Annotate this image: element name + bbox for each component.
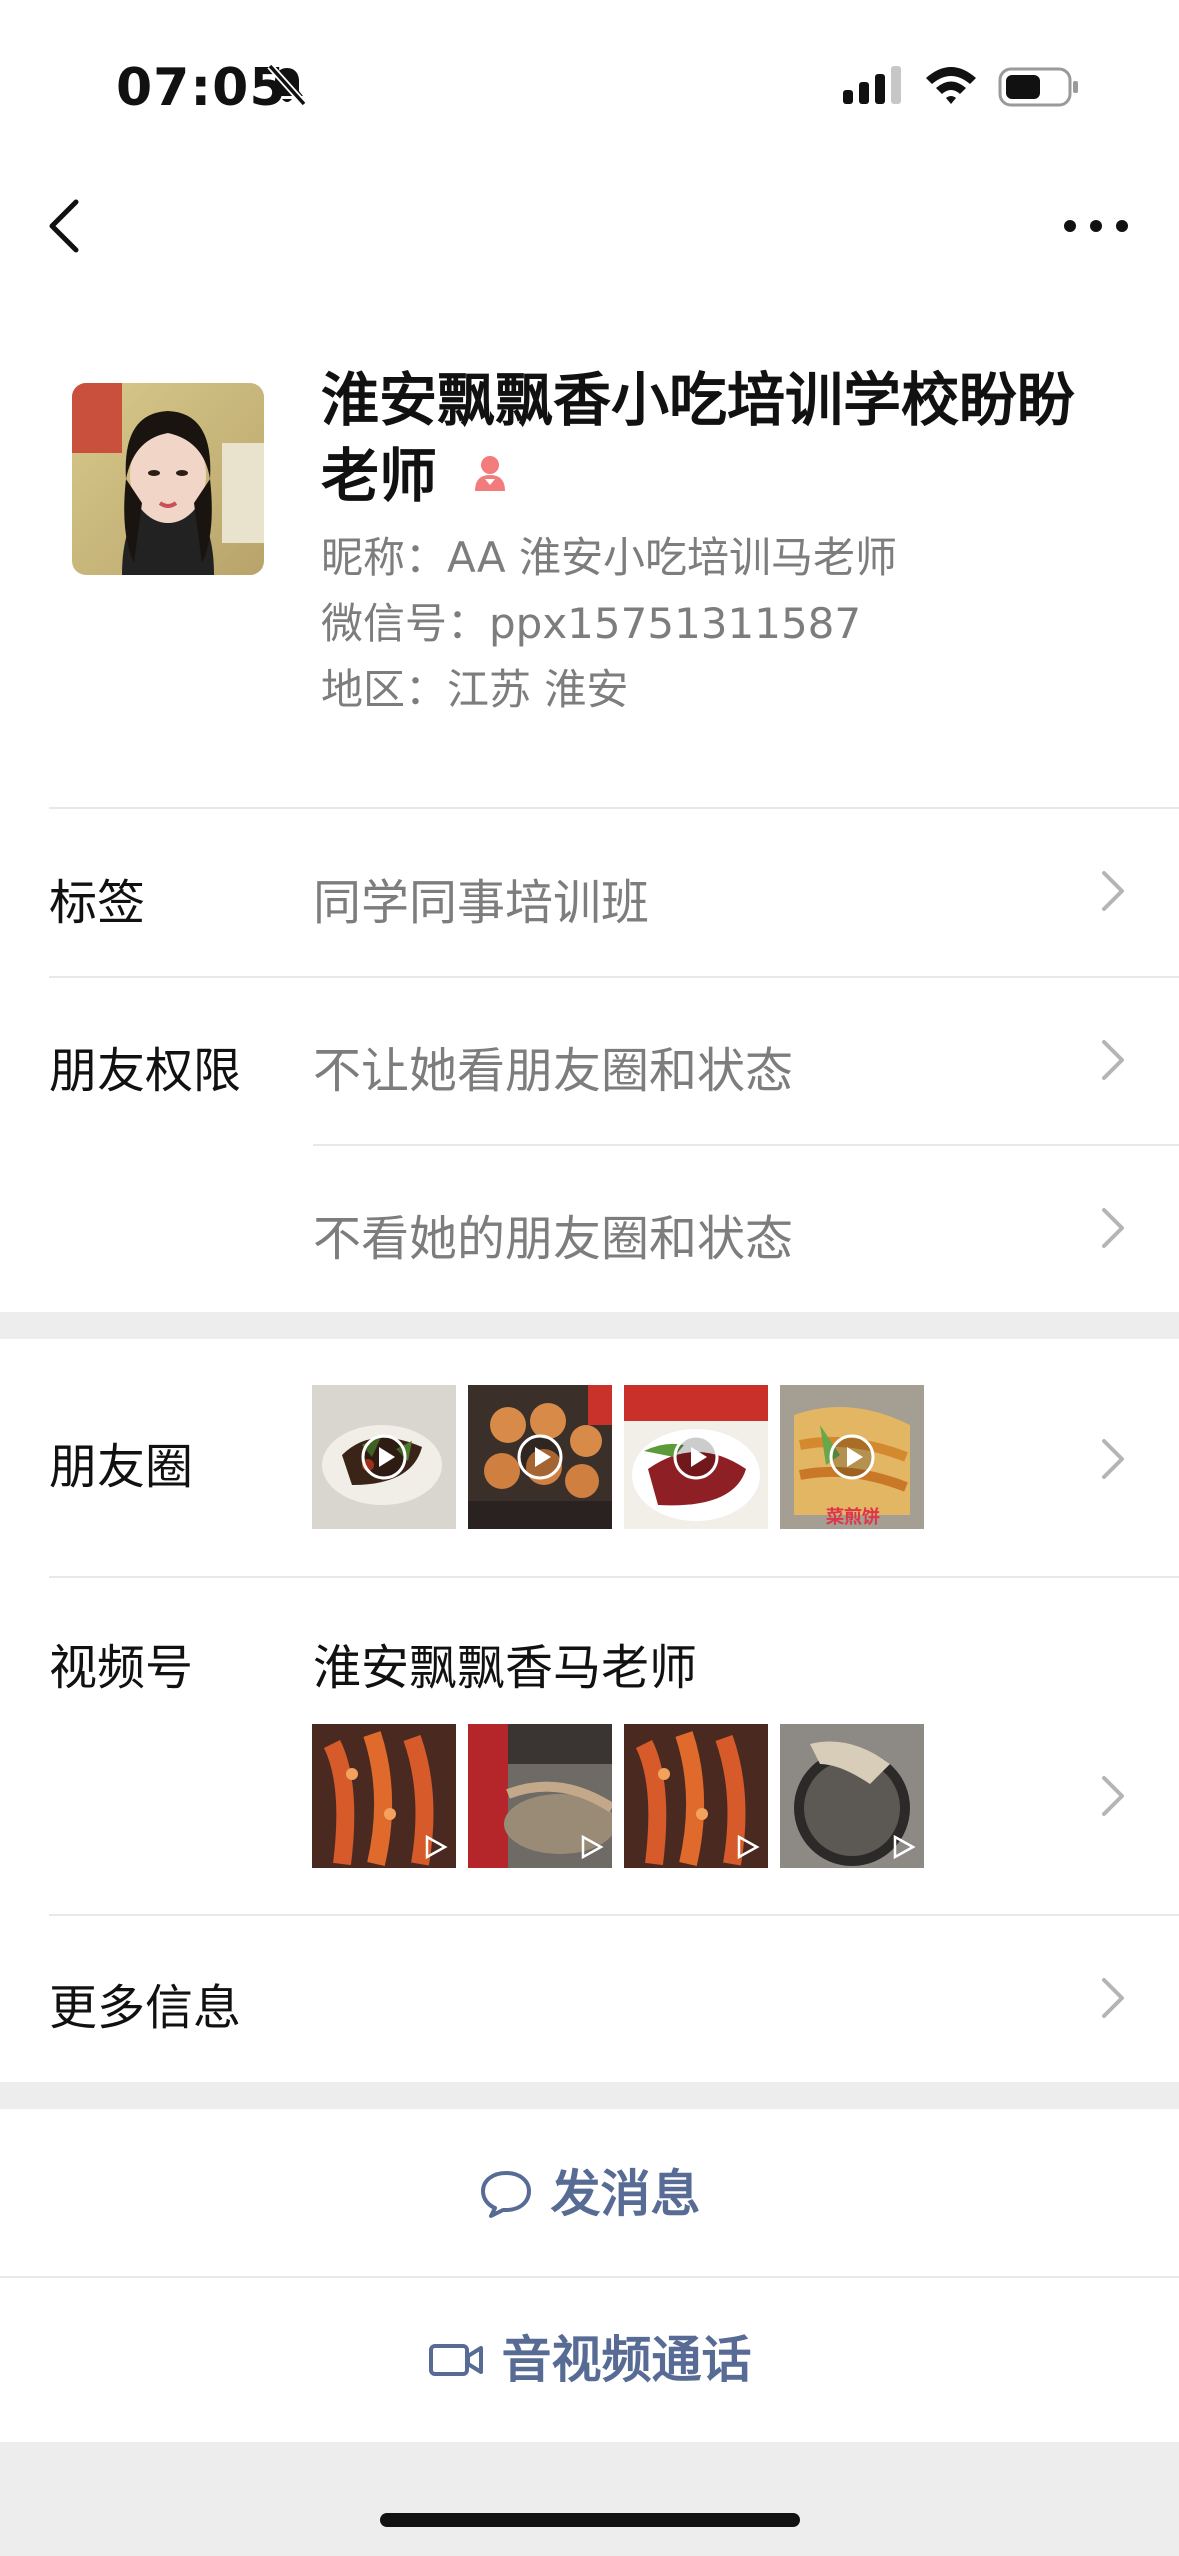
status-bar: 07:05 bbox=[0, 0, 1179, 175]
tags-label: 标签 bbox=[49, 875, 146, 931]
chevron-right-icon bbox=[1102, 871, 1124, 911]
channels-label: 视频号 bbox=[49, 1640, 194, 1696]
section-separator bbox=[0, 2082, 1179, 2109]
channel-thumb-1 bbox=[312, 1724, 456, 1868]
channel-name: 淮安飘飘香马老师 bbox=[313, 1640, 698, 1696]
moments-thumb-2 bbox=[468, 1385, 612, 1529]
signal-icon bbox=[843, 66, 901, 104]
play-icon bbox=[361, 1434, 407, 1480]
more-info-row[interactable]: 更多信息 bbox=[0, 1916, 1179, 2082]
channel-thumb-2 bbox=[468, 1724, 612, 1868]
bell-muted-icon bbox=[267, 63, 307, 107]
more-options-icon[interactable] bbox=[1062, 210, 1130, 242]
permission-option-2: 不看她的朋友圈和状态 bbox=[313, 1211, 794, 1267]
send-message-button[interactable]: 发消息 bbox=[0, 2112, 1179, 2276]
status-time: 07:05 bbox=[116, 58, 287, 118]
chevron-right-icon bbox=[1102, 1040, 1124, 1080]
moments-thumb-4: 菜煎饼 bbox=[780, 1385, 924, 1529]
video-camera-icon bbox=[428, 2343, 483, 2376]
send-message-label: 发消息 bbox=[550, 2165, 701, 2223]
play-icon bbox=[425, 1834, 448, 1860]
permissions-label: 朋友权限 bbox=[49, 1043, 242, 1099]
play-icon bbox=[673, 1434, 719, 1480]
wifi-icon bbox=[926, 67, 976, 104]
back-arrow-icon[interactable] bbox=[44, 196, 84, 256]
permission-hide-my-moments[interactable]: 不让她看朋友圈和状态 bbox=[313, 978, 1179, 1144]
video-call-label: 音视频通话 bbox=[501, 2331, 752, 2389]
more-info-label: 更多信息 bbox=[49, 1980, 242, 2036]
avatar[interactable] bbox=[72, 383, 264, 575]
profile-wechat-id: 微信号：ppx15751311587 bbox=[321, 599, 862, 648]
moments-row[interactable]: 朋友圈 菜煎饼 bbox=[0, 1339, 1179, 1576]
play-icon bbox=[517, 1434, 563, 1480]
moments-label: 朋友圈 bbox=[49, 1439, 194, 1495]
video-call-button[interactable]: 音视频通话 bbox=[0, 2278, 1179, 2442]
play-icon bbox=[581, 1834, 604, 1860]
channel-thumb-3 bbox=[624, 1724, 768, 1868]
play-icon bbox=[829, 1434, 875, 1480]
avatar-photo bbox=[72, 383, 264, 575]
section-separator bbox=[0, 1312, 1179, 1339]
permission-hide-her-moments[interactable]: 不看她的朋友圈和状态 bbox=[313, 1146, 1179, 1312]
channels-row[interactable]: 视频号 淮安飘飘香马老师 bbox=[0, 1578, 1179, 1914]
channel-thumb-4 bbox=[780, 1724, 924, 1868]
play-icon bbox=[737, 1834, 760, 1860]
chevron-right-icon bbox=[1102, 1208, 1124, 1248]
permission-option-1: 不让她看朋友圈和状态 bbox=[313, 1043, 794, 1099]
play-icon bbox=[893, 1834, 916, 1860]
chevron-right-icon bbox=[1102, 1439, 1124, 1479]
tags-row[interactable]: 标签 同学同事培训班 bbox=[0, 809, 1179, 975]
female-gender-icon bbox=[475, 455, 506, 491]
chevron-right-icon bbox=[1102, 1978, 1124, 2018]
profile-region: 地区：江苏 淮安 bbox=[321, 665, 629, 714]
thumb-overlay-text: 菜煎饼 bbox=[826, 1507, 880, 1528]
home-indicator bbox=[380, 2513, 800, 2527]
moments-thumb-1 bbox=[312, 1385, 456, 1529]
tags-value: 同学同事培训班 bbox=[313, 875, 650, 931]
profile-nickname: 昵称：AA 淮安小吃培训马老师 bbox=[321, 533, 897, 582]
bottom-safe-area bbox=[0, 2442, 1179, 2556]
moments-thumb-3 bbox=[624, 1385, 768, 1529]
chat-bubble-icon bbox=[480, 2170, 531, 2218]
chevron-right-icon bbox=[1102, 1776, 1124, 1816]
battery-icon bbox=[998, 67, 1078, 107]
profile-name-text: 淮安飘飘香小吃培训学校盼盼老师 bbox=[321, 366, 1076, 510]
profile-name: 淮安飘飘香小吃培训学校盼盼老师 bbox=[321, 362, 1131, 514]
